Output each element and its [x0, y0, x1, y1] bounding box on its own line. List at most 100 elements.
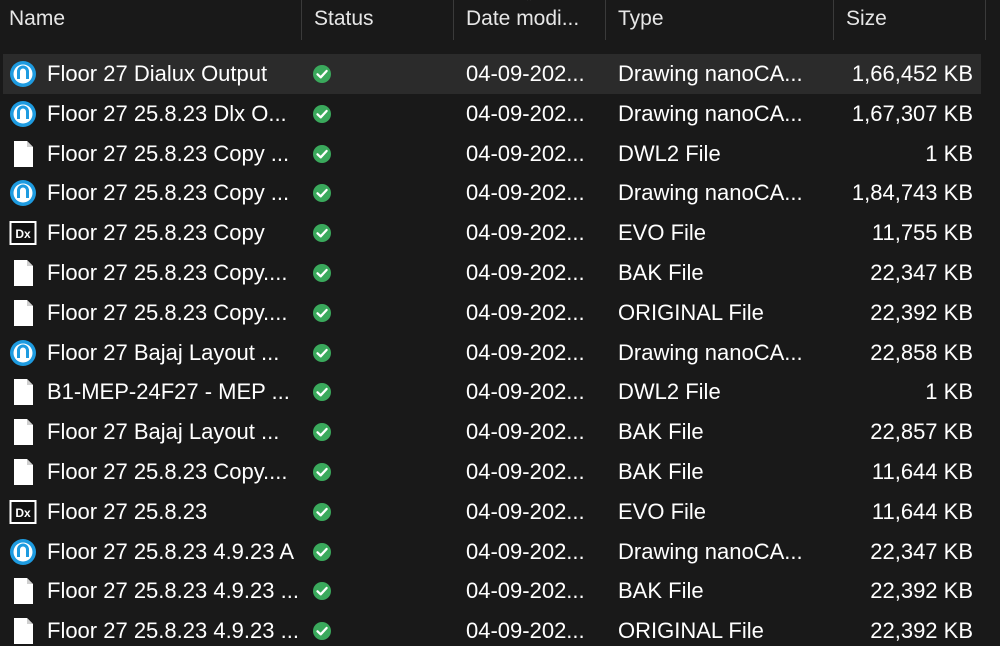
file-icon — [9, 418, 37, 446]
file-date-modified: 04-09-202... — [466, 339, 585, 365]
file-row[interactable]: Floor 27 25.8.23 4.9.23 ... 04-09-202... O… — [3, 611, 981, 646]
file-row[interactable]: Floor 27 25.8.23 Copy ... 04-09-202... DWL… — [3, 134, 981, 174]
file-type: BAK File — [618, 578, 704, 604]
dialux-icon: Dx — [9, 219, 37, 247]
column-divider[interactable] — [833, 0, 834, 40]
file-name: Floor 27 25.8.23 Copy.... — [47, 299, 288, 325]
file-row[interactable]: Floor 27 25.8.23 Copy.... 04-09-202... BAK… — [3, 452, 981, 492]
nanocad-icon — [9, 339, 37, 367]
file-type: DWL2 File — [618, 379, 721, 405]
file-type: BAK File — [618, 259, 704, 285]
file-icon — [9, 378, 37, 406]
file-row[interactable]: B1-MEP-24F27 - MEP ... 04-09-202... DWL2 F… — [3, 372, 981, 412]
file-size: 22,347 KB — [870, 538, 973, 564]
file-name: Floor 27 Bajaj Layout ... — [47, 419, 280, 445]
file-type: BAK File — [618, 419, 704, 445]
column-header-bar: Name Status ⌃ Date modi... Type Size — [0, 0, 1000, 42]
file-size: 11,755 KB — [871, 220, 973, 246]
file-size: 22,858 KB — [870, 339, 973, 365]
file-row[interactable]: Floor 27 Dialux Output 04-09-202... Drawin… — [3, 54, 981, 94]
file-size: 11,644 KB — [871, 458, 973, 484]
synced-icon — [312, 263, 332, 283]
file-date-modified: 04-09-202... — [466, 458, 585, 484]
column-header-size[interactable]: Size — [846, 0, 887, 40]
dialux-icon: Dx — [9, 498, 37, 526]
column-divider[interactable] — [301, 0, 302, 40]
file-name: Floor 27 25.8.23 Copy.... — [47, 259, 288, 285]
file-size: 1 KB — [925, 379, 973, 405]
file-row[interactable]: Floor 27 25.8.23 4.9.23 A 04-09-202... Dra… — [3, 532, 981, 572]
file-type: DWL2 File — [618, 140, 721, 166]
file-row[interactable]: Dx Floor 27 25.8.23 04-09-202... EVO File 11… — [3, 492, 981, 532]
synced-icon — [312, 502, 332, 522]
file-icon — [9, 259, 37, 287]
file-date-modified: 04-09-202... — [466, 100, 585, 126]
file-size: 22,392 KB — [870, 578, 973, 604]
synced-icon — [312, 183, 332, 203]
file-name: Floor 27 25.8.23 Copy ... — [47, 180, 290, 206]
file-row[interactable]: Dx Floor 27 25.8.23 Copy 04-09-202... EVO F… — [3, 213, 981, 253]
file-size: 22,392 KB — [870, 299, 973, 325]
file-icon — [9, 458, 37, 486]
file-size: 22,392 KB — [870, 618, 973, 644]
file-name: Floor 27 Bajaj Layout ... — [47, 339, 280, 365]
synced-icon — [312, 422, 332, 442]
synced-icon — [312, 223, 332, 243]
column-header-name[interactable]: Name — [9, 0, 65, 40]
file-row[interactable]: Floor 27 25.8.23 Dlx O... 04-09-202... Dra… — [3, 94, 981, 134]
file-date-modified: 04-09-202... — [466, 140, 585, 166]
file-name: Floor 27 25.8.23 4.9.23 ... — [47, 618, 297, 644]
column-header-type[interactable]: Type — [618, 0, 664, 40]
file-size: 1,66,452 KB — [851, 61, 973, 86]
file-name: Floor 27 25.8.23 Dlx O... — [47, 100, 287, 126]
file-size: 11,644 KB — [871, 498, 973, 524]
file-name: Floor 27 25.8.23 4.9.23 A — [47, 538, 295, 564]
nanocad-icon — [9, 538, 37, 566]
file-size: 1,84,743 KB — [851, 180, 973, 206]
file-date-modified: 04-09-202... — [466, 578, 585, 604]
file-type: ORIGINAL File — [618, 299, 764, 325]
file-date-modified: 04-09-202... — [466, 180, 585, 206]
file-row[interactable]: Floor 27 Bajaj Layout ... 04-09-202... BAK… — [3, 412, 981, 452]
synced-icon — [312, 621, 332, 641]
file-icon — [9, 577, 37, 605]
synced-icon — [312, 382, 332, 402]
file-size: 22,857 KB — [870, 419, 973, 445]
synced-icon — [312, 462, 332, 482]
file-size: 22,347 KB — [870, 259, 973, 285]
file-row[interactable]: Floor 27 25.8.23 Copy ... 04-09-202... Dra… — [3, 173, 981, 213]
file-date-modified: 04-09-202... — [466, 220, 585, 246]
file-date-modified: 04-09-202... — [466, 618, 585, 644]
file-row[interactable]: Floor 27 Bajaj Layout ... 04-09-202... Dra… — [3, 333, 981, 373]
synced-icon — [312, 144, 332, 164]
file-row[interactable]: Floor 27 25.8.23 Copy.... 04-09-202... BAK… — [3, 253, 981, 293]
file-name: Floor 27 Dialux Output — [47, 61, 268, 86]
file-date-modified: 04-09-202... — [466, 379, 585, 405]
file-size: 1 KB — [925, 140, 973, 166]
column-divider[interactable] — [985, 0, 986, 40]
column-divider[interactable] — [605, 0, 606, 40]
column-divider[interactable] — [453, 0, 454, 40]
file-date-modified: 04-09-202... — [466, 299, 585, 325]
file-size: 1,67,307 KB — [851, 100, 973, 126]
file-name: Floor 27 25.8.23 Copy ... — [47, 140, 290, 166]
svg-text:Dx: Dx — [15, 506, 31, 520]
file-list: Floor 27 Dialux Output 04-09-202... Drawin… — [0, 54, 1000, 646]
column-header-date-modified[interactable]: Date modi... — [466, 0, 579, 40]
file-row[interactable]: Floor 27 25.8.23 Copy.... 04-09-202... ORI… — [3, 293, 981, 333]
file-row[interactable]: Floor 27 25.8.23 4.9.23 ... 04-09-202... B… — [3, 571, 981, 611]
svg-text:Dx: Dx — [15, 227, 31, 241]
nanocad-icon — [9, 60, 37, 88]
file-date-modified: 04-09-202... — [466, 538, 585, 564]
file-date-modified: 04-09-202... — [466, 259, 585, 285]
file-icon — [9, 617, 37, 645]
file-name: Floor 27 25.8.23 4.9.23 ... — [47, 578, 297, 604]
file-type: Drawing nanoCA... — [618, 61, 803, 86]
column-header-status[interactable]: Status — [314, 0, 374, 40]
file-type: Drawing nanoCA... — [618, 180, 803, 206]
file-type: Drawing nanoCA... — [618, 339, 803, 365]
file-date-modified: 04-09-202... — [466, 419, 585, 445]
synced-icon — [312, 343, 332, 363]
file-date-modified: 04-09-202... — [466, 498, 585, 524]
synced-icon — [312, 581, 332, 601]
